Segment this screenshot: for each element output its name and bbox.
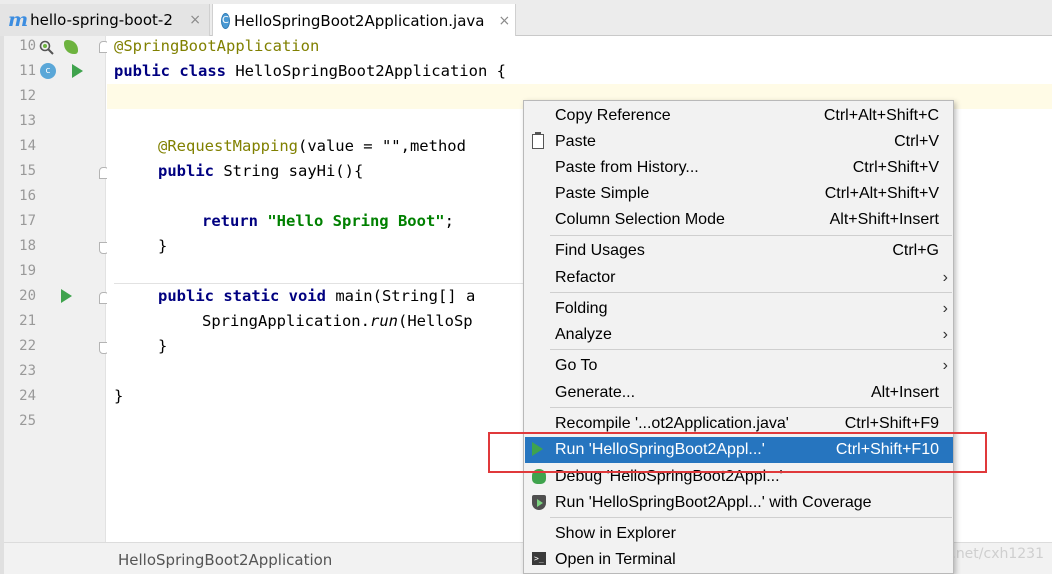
line-number: 19 (19, 263, 36, 279)
line-number: 21 (19, 313, 36, 329)
context-menu: Copy Reference Ctrl+Alt+Shift+C Paste Ctrl… (523, 100, 954, 574)
terminal-icon: >_ (532, 552, 546, 565)
line-number: 15 (19, 163, 36, 179)
code-line-21: SpringApplication.run(HelloSp (202, 312, 473, 330)
spring-bean-class-icon[interactable]: c (40, 63, 56, 79)
line-number: 25 (19, 413, 36, 429)
menu-item-find-usages[interactable]: Find Usages Ctrl+G (525, 238, 953, 264)
line-number: 10 (19, 38, 36, 54)
menu-item-show-in-explorer[interactable]: Show in Explorer (525, 521, 953, 547)
submenu-arrow-icon: › (942, 326, 948, 343)
menu-item-column-selection-mode[interactable]: Column Selection Mode Alt+Shift+Insert (525, 207, 953, 233)
line-number: 23 (19, 363, 36, 379)
line-number: 16 (19, 188, 36, 204)
code-line-18: } (158, 237, 168, 255)
close-icon[interactable]: × (499, 13, 511, 29)
code-line-11: public class HelloSpringBoot2Application… (114, 62, 506, 80)
tab-label: hello-spring-boot-2 (30, 11, 173, 29)
menu-separator (550, 292, 952, 293)
run-gutter-icon[interactable] (72, 64, 83, 78)
menu-item-generate[interactable]: Generate... Alt+Insert (525, 380, 953, 406)
menu-separator (550, 349, 952, 350)
menu-separator (550, 407, 952, 408)
menu-item-analyze[interactable]: Analyze › (525, 322, 953, 348)
line-number: 20 (19, 288, 36, 304)
code-line-22: } (158, 337, 168, 355)
breadcrumb[interactable]: HelloSpringBoot2Application (118, 551, 332, 569)
line-number: 24 (19, 388, 36, 404)
line-number: 13 (19, 113, 36, 129)
line-number: 12 (19, 88, 36, 104)
menu-item-paste-from-history[interactable]: Paste from History... Ctrl+Shift+V (525, 155, 953, 181)
line-number: 11 (19, 63, 36, 79)
code-line-14: @RequestMapping(value = "",method (158, 137, 466, 155)
line-number: 18 (19, 238, 36, 254)
highlight-annotation-box (488, 432, 987, 473)
menu-item-paste-simple[interactable]: Paste Simple Ctrl+Alt+Shift+V (525, 181, 953, 207)
line-number: 17 (19, 213, 36, 229)
close-icon[interactable]: × (189, 12, 201, 28)
menu-item-copy-reference[interactable]: Copy Reference Ctrl+Alt+Shift+C (525, 103, 953, 129)
code-line-10: @SpringBootApplication (114, 37, 320, 55)
editor-tab-bar: m hello-spring-boot-2 × C HelloSpringBoo… (0, 0, 1052, 37)
menu-item-folding[interactable]: Folding › (525, 296, 953, 322)
menu-item-go-to[interactable]: Go To › (525, 353, 953, 379)
paste-icon (532, 132, 544, 149)
run-main-gutter-icon[interactable] (61, 289, 72, 303)
code-line-15: public String sayHi(){ (158, 162, 364, 180)
menu-item-paste[interactable]: Paste Ctrl+V (525, 129, 953, 155)
line-number: 22 (19, 338, 36, 354)
menu-item-refactor[interactable]: Refactor › (525, 265, 953, 291)
tab-project[interactable]: m hello-spring-boot-2 × (0, 4, 210, 36)
spring-leaf-icon[interactable] (64, 40, 78, 54)
menu-item-open-in-terminal[interactable]: >_ Open in Terminal (525, 547, 953, 573)
code-line-17: return "Hello Spring Boot"; (202, 212, 454, 230)
code-line-24: } (114, 387, 124, 405)
submenu-arrow-icon: › (942, 357, 948, 374)
menu-separator (550, 235, 952, 236)
find-bean-icon[interactable] (39, 40, 55, 60)
java-class-icon: C (221, 12, 230, 29)
editor-gutter: 10 11 12 13 14 15 16 17 18 19 20 21 22 2… (4, 36, 109, 542)
tab-label: HelloSpringBoot2Application.java (233, 11, 485, 30)
code-line-20: public static void main(String[] a (158, 287, 476, 305)
menu-item-run-with-coverage[interactable]: Run 'HelloSpringBoot2Appl...' with Cover… (525, 490, 953, 516)
tab-active-file[interactable]: C HelloSpringBoot2Application.java × (212, 4, 516, 37)
menu-separator (550, 517, 952, 518)
line-number: 14 (19, 138, 36, 154)
submenu-arrow-icon: › (942, 300, 948, 317)
coverage-icon (532, 495, 546, 510)
submenu-arrow-icon: › (942, 269, 948, 286)
maven-module-icon: m (8, 9, 29, 31)
